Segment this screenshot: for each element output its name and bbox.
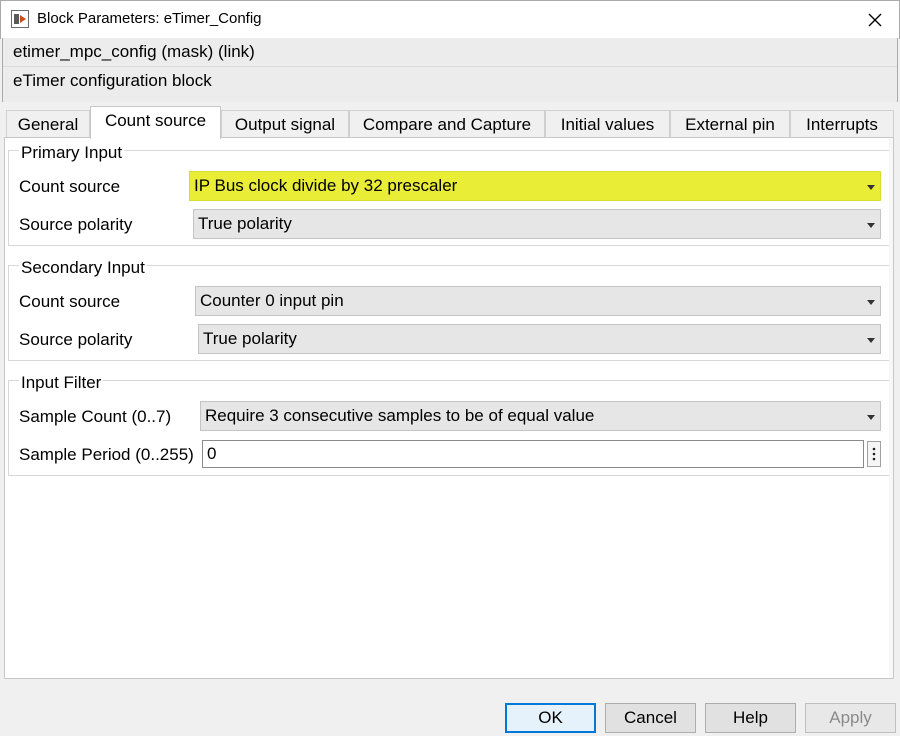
count-source-label: Count source — [19, 292, 121, 311]
source-polarity-label: Source polarity — [19, 215, 133, 234]
sample-count-label: Sample Count (0..7) — [19, 407, 172, 426]
chevron-down-icon — [867, 185, 875, 190]
primary-count-source-select[interactable]: IP Bus clock divide by 32 prescaler — [189, 171, 881, 201]
count-source-label: Count source — [19, 177, 121, 196]
primary-source-polarity-select[interactable]: True polarity — [193, 209, 881, 239]
chevron-down-icon — [867, 415, 875, 420]
tab-compare-and-capture[interactable]: Compare and Capture — [349, 110, 545, 138]
apply-button[interactable]: Apply — [805, 703, 896, 733]
input-filter-group: Input Filter Sample Count (0..7) Require… — [8, 373, 890, 476]
primary-input-group: Primary Input Count source IP Bus clock … — [8, 143, 890, 246]
header-divider — [3, 66, 897, 67]
chevron-down-icon — [867, 223, 875, 228]
group-title: Input Filter — [19, 373, 104, 393]
group-title: Primary Input — [19, 143, 125, 163]
tab-initial-values[interactable]: Initial values — [545, 110, 670, 138]
close-icon[interactable] — [861, 7, 889, 33]
mask-type-label: etimer_mpc_config (mask) (link) — [13, 42, 255, 61]
input-value: 0 — [207, 444, 217, 463]
chevron-down-icon — [867, 338, 875, 343]
sample-period-input[interactable]: 0 — [202, 440, 864, 468]
block-description-text: eTimer configuration block — [13, 71, 212, 90]
scrollbar[interactable] — [889, 138, 893, 678]
title-bar: Block Parameters: eTimer_Config — [0, 0, 900, 39]
tab-panel: Primary Input Count source IP Bus clock … — [4, 137, 894, 679]
tab-output-signal[interactable]: Output signal — [221, 110, 349, 138]
ok-button[interactable]: OK — [505, 703, 596, 733]
sample-count-select[interactable]: Require 3 consecutive samples to be of e… — [200, 401, 881, 431]
chevron-down-icon — [867, 300, 875, 305]
select-value: Require 3 consecutive samples to be of e… — [205, 406, 595, 425]
secondary-source-polarity-select[interactable]: True polarity — [198, 324, 881, 354]
help-button[interactable]: Help — [705, 703, 796, 733]
vertical-ellipsis-icon[interactable] — [867, 441, 881, 467]
block-description: etimer_mpc_config (mask) (link) eTimer c… — [2, 38, 898, 102]
tab-interrupts[interactable]: Interrupts — [790, 110, 894, 138]
group-title: Secondary Input — [19, 258, 147, 278]
simulink-block-icon — [11, 10, 29, 28]
tab-external-pin[interactable]: External pin — [670, 110, 790, 138]
tab-general[interactable]: General — [6, 110, 90, 138]
select-value: Counter 0 input pin — [200, 291, 344, 310]
cancel-button[interactable]: Cancel — [605, 703, 696, 733]
select-value: IP Bus clock divide by 32 prescaler — [194, 176, 458, 195]
secondary-input-group: Secondary Input Count source Counter 0 i… — [8, 258, 890, 361]
tab-count-source[interactable]: Count source — [90, 106, 221, 139]
secondary-count-source-select[interactable]: Counter 0 input pin — [195, 286, 881, 316]
window-title: Block Parameters: eTimer_Config — [37, 10, 262, 27]
sample-period-label: Sample Period (0..255) — [19, 445, 194, 464]
source-polarity-label: Source polarity — [19, 330, 133, 349]
select-value: True polarity — [203, 329, 297, 348]
select-value: True polarity — [198, 214, 292, 233]
